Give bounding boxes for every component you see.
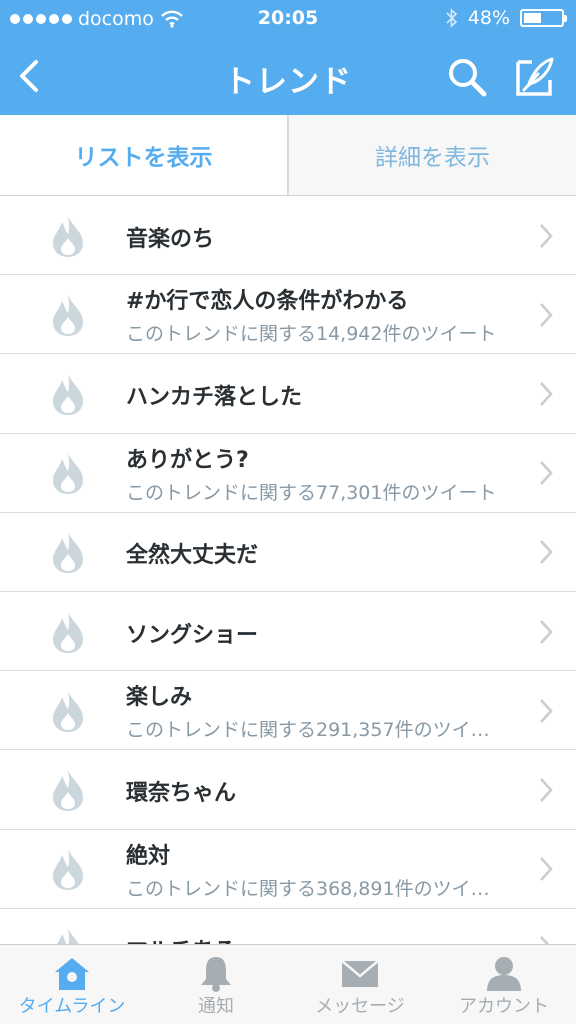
trend-flame-icon — [53, 453, 83, 495]
trend-tweet-count: このトレンドに関する14,942件のツイート — [126, 323, 497, 346]
trend-tweet-count: このトレンドに関する291,357件のツイ… — [126, 719, 490, 742]
trend-row[interactable]: ソングショー — [0, 592, 576, 672]
trend-row[interactable]: 音楽のち — [0, 196, 576, 276]
show-list-tab[interactable]: リストを表示 — [0, 115, 287, 195]
trends-list: 音楽のち #か行で恋人の条件がわかるこのトレンドに関する14,942件のツイートハ… — [0, 196, 576, 944]
trend-row[interactable]: 環奈ちゃん — [0, 750, 576, 830]
trend-name: ありがとう? — [126, 447, 249, 473]
person-icon — [487, 957, 521, 991]
tab-timeline-label: タイムライン — [18, 996, 126, 1017]
chevron-right-icon — [540, 223, 553, 248]
view-mode-segmented-control: リストを表示 詳細を表示 — [0, 115, 576, 196]
trend-flame-icon — [53, 532, 83, 574]
envelope-icon — [341, 960, 379, 987]
trend-row[interactable]: 楽しみこのトレンドに関する291,357件のツイ… — [0, 671, 576, 751]
tab-bar: タイムライン 通知 メッセージ アカウント — [0, 944, 576, 1024]
tab-messages-label: メッセージ — [315, 996, 405, 1017]
trend-row[interactable]: ハンカチ落とした — [0, 354, 576, 434]
tab-account[interactable]: アカウント — [432, 945, 576, 1024]
trend-name: マルチある — [126, 933, 236, 944]
trend-name: 全然大丈夫だ — [126, 543, 259, 569]
trend-flame-icon — [53, 769, 83, 811]
chevron-right-icon — [540, 540, 553, 565]
chevron-right-icon — [540, 936, 549, 944]
navigation-bar: トレンド — [0, 38, 576, 115]
trend-row[interactable]: ありがとう? このトレンドに関する77,301件のツイート — [0, 434, 576, 513]
trend-row[interactable]: マルチある — [0, 909, 576, 944]
tab-notifications-label: 通知 — [198, 996, 234, 1017]
trend-flame-icon — [57, 928, 79, 944]
trend-row[interactable]: #か行で恋人の条件がわかるこのトレンドに関する14,942件のツイート — [0, 275, 576, 355]
trend-flame-icon — [53, 611, 83, 653]
battery-icon — [520, 9, 567, 27]
chevron-right-icon — [540, 382, 553, 406]
status-bar: docomo 20:05 48% — [0, 0, 576, 38]
tab-messages[interactable]: メッセージ — [288, 945, 432, 1024]
chevron-right-icon — [540, 698, 553, 723]
chevron-right-icon — [540, 619, 553, 644]
bell-icon — [201, 957, 231, 992]
trend-flame-icon — [53, 215, 83, 257]
compose-icon[interactable] — [514, 56, 556, 98]
chevron-right-icon — [540, 857, 553, 881]
trend-row[interactable]: 絶対このトレンドに関する368,891件のツイ… — [0, 830, 576, 909]
trend-name: ソングショー — [126, 622, 259, 648]
trend-flame-icon — [53, 849, 83, 891]
chevron-right-icon — [540, 461, 553, 486]
trend-flame-icon — [53, 690, 83, 732]
trend-flame-icon — [53, 294, 83, 336]
trend-flame-icon — [53, 373, 83, 415]
trend-tweet-count: このトレンドに関する77,301件のツイート — [126, 481, 497, 504]
trend-name: 楽しみ — [126, 685, 193, 711]
trend-name: #か行で恋人の条件がわかる — [126, 289, 409, 315]
trend-name: 環奈ちゃん — [126, 780, 237, 806]
bluetooth-icon — [446, 8, 457, 28]
home-icon — [55, 958, 89, 990]
chevron-right-icon — [540, 302, 553, 327]
chevron-right-icon — [540, 778, 553, 802]
top-bar: docomo 20:05 48% トレンド — [0, 0, 576, 115]
trend-tweet-count: このトレンドに関する368,891件のツイ… — [126, 877, 490, 900]
page-title: トレンド — [224, 64, 352, 100]
tab-timeline[interactable]: タイムライン — [0, 945, 144, 1024]
trend-name: 音楽のち — [126, 226, 215, 252]
show-details-tab[interactable]: 詳細を表示 — [287, 115, 576, 195]
search-icon[interactable] — [446, 56, 488, 98]
trend-row[interactable]: 全然大丈夫だ — [0, 513, 576, 592]
tab-account-label: アカウント — [459, 996, 549, 1017]
trend-name: 絶対 — [126, 843, 171, 869]
trend-name: ハンカチ落とした — [126, 384, 303, 410]
tab-notifications[interactable]: 通知 — [144, 945, 288, 1024]
battery-percentage: 48% — [467, 7, 510, 29]
